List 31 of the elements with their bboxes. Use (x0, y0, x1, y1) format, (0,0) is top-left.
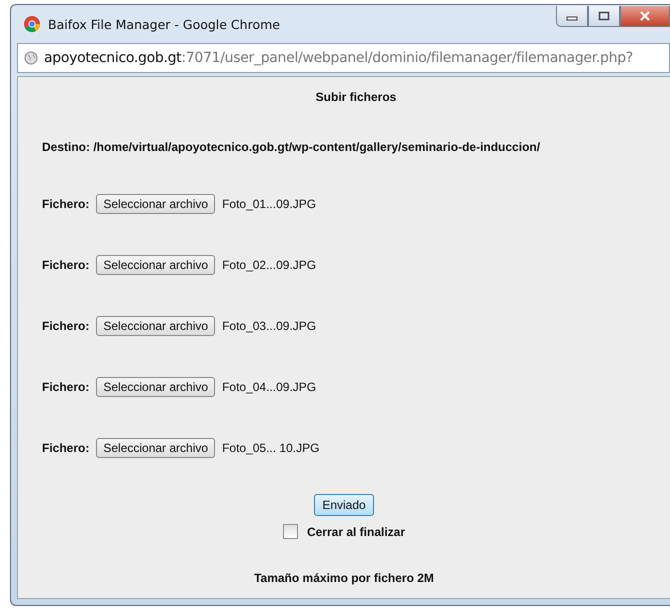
window-title: Baifox File Manager - Google Chrome (48, 16, 281, 32)
checkbox[interactable] (282, 524, 298, 539)
file-name: Foto_01...09.JPG (222, 196, 316, 210)
choose-file-button[interactable]: Seleccionar archivo (96, 316, 216, 336)
browser-logo-icon (23, 15, 41, 33)
choose-file-button[interactable]: Seleccionar archivo (96, 254, 216, 274)
file-name: Foto_04...09.JPG (222, 380, 316, 394)
file-name: Foto_03...09.JPG (222, 318, 316, 332)
minimize-button[interactable] (556, 6, 588, 27)
close-button[interactable] (620, 6, 670, 27)
choose-file-button[interactable]: Seleccionar archivo (96, 376, 216, 396)
close-icon (639, 11, 651, 21)
address-field[interactable]: apoyotecnico.gob.gt:7071/user_panel/webpanel/dominio/filemanager/filemanager.php? (17, 43, 670, 73)
file-label: Fichero: (42, 258, 90, 272)
checkbox-label: Cerrar al finalizar (306, 524, 406, 538)
maximize-icon (598, 11, 610, 21)
dialog-heading: Subir ficheros (314, 90, 398, 106)
choose-file-button[interactable]: Seleccionar archivo (96, 194, 216, 214)
file-label: Fichero: (42, 318, 90, 332)
size-limit-note: Tamaño máximo por fichero 2M (253, 571, 435, 585)
file-label: Fichero: (42, 380, 90, 394)
choose-file-button[interactable]: Seleccionar archivo (96, 438, 216, 458)
destination-path: /home/virtual/apoyotecnico.gob.gt/wp-content/gallery/seminario-de-induccion/ (93, 140, 540, 154)
file-label: Fichero: (42, 196, 90, 210)
submit-button[interactable]: Enviado (314, 494, 374, 516)
maximize-button[interactable] (588, 6, 620, 27)
file-label: Fichero: (42, 440, 90, 454)
file-name: Foto_05... 10.JPG (222, 440, 320, 454)
destination-label: Destino: (42, 140, 90, 154)
globe-icon (24, 51, 38, 65)
file-name: Foto_02...09.JPG (222, 258, 316, 272)
